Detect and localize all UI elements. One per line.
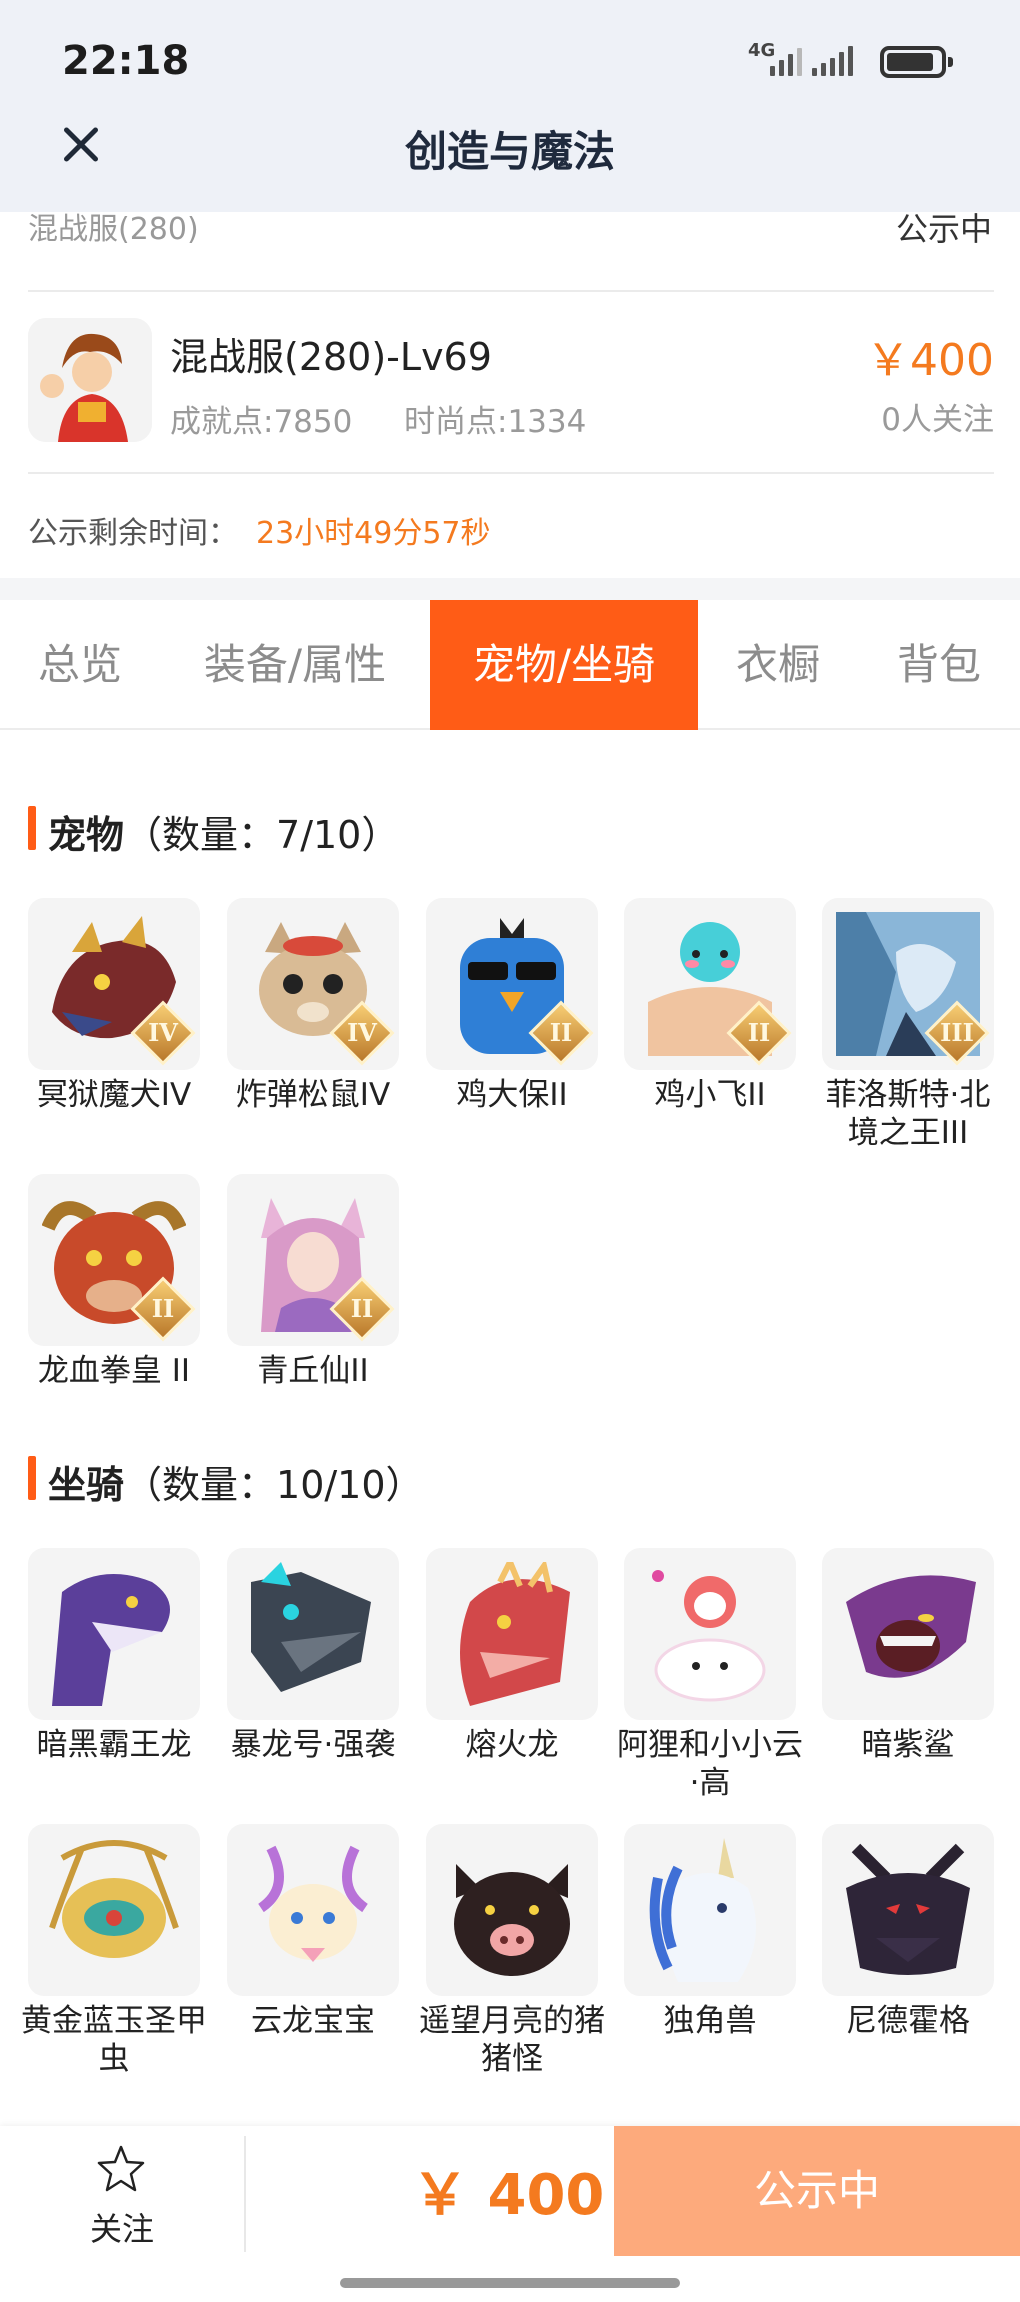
mount-card[interactable]: 暗紫鲨	[822, 1548, 994, 1764]
dark-trex-icon	[28, 1548, 200, 1720]
section-marker	[28, 1456, 36, 1500]
mount-card[interactable]: 尼德霍格	[822, 1824, 994, 2040]
mount-card[interactable]: 阿狸和小小云·高	[617, 1548, 803, 1802]
bottom-action-bar: 关注 ￥ 400 公示中	[0, 2126, 1020, 2302]
prev-listing-server: 混战服(280)	[28, 212, 199, 247]
prev-listing-status: 公示中	[895, 210, 992, 248]
pet-card[interactable]: II 龙血拳皇 II	[28, 1174, 200, 1390]
bottom-price: ￥ 400	[412, 2163, 605, 2228]
pet-name: 龙血拳皇 II	[37, 1353, 191, 1389]
mount-card[interactable]: 黄金蓝玉圣甲虫	[21, 1824, 207, 2078]
pet-card[interactable]: III 菲洛斯特·北境之王III	[822, 898, 994, 1152]
mount-name: 暴龙号·强袭	[230, 1727, 396, 1763]
moon-pig-icon	[426, 1824, 598, 1996]
pet-card[interactable]: IV 炸弹松鼠IV	[227, 898, 399, 1114]
achievement-points: 成就点:7850	[170, 404, 353, 440]
page-title: 创造与魔法	[404, 127, 615, 176]
mounts-section-title: 坐骑（数量：10/10）	[48, 1454, 424, 1509]
mount-name: 云龙宝宝	[251, 2003, 375, 2039]
mount-name: 暗黑霸王龙	[36, 1727, 192, 1763]
follow-button[interactable]: 关注	[0, 2126, 244, 2256]
status-bar: 22:18 4G	[0, 0, 1020, 112]
star-icon	[97, 2145, 145, 2192]
mount-name: 阿狸和小小云·高	[617, 1727, 803, 1801]
tab-equipment[interactable]: 装备/属性	[160, 600, 430, 730]
tab-bar: 总览 装备/属性 宠物/坐骑 衣橱 背包	[0, 600, 1020, 730]
mount-card[interactable]: 暗黑霸王龙	[28, 1548, 200, 1764]
ali-cloud-icon	[624, 1548, 796, 1720]
signal-2-icon	[812, 44, 853, 76]
divider	[244, 2136, 246, 2252]
signal-icon	[770, 44, 802, 76]
pet-card[interactable]: II 鸡大保II	[426, 898, 598, 1114]
hell-hound-icon: IV	[28, 898, 200, 1070]
nav-bar: 创造与魔法	[0, 112, 1020, 212]
home-indicator[interactable]	[340, 2278, 680, 2288]
battery-icon	[880, 46, 953, 78]
remaining-time-label: 公示剩余时间：	[28, 516, 238, 551]
mount-name: 遥望月亮的猪猪怪	[419, 2003, 605, 2077]
fashion-points: 时尚点:1334	[404, 404, 587, 440]
mount-name: 暗紫鲨	[861, 1727, 955, 1763]
cloud-dragon-icon	[227, 1824, 399, 1996]
follower-count: 0人关注	[881, 402, 994, 438]
dragon-fist-icon: II	[28, 1174, 200, 1346]
mount-card[interactable]: 遥望月亮的猪猪怪	[419, 1824, 605, 2078]
mount-name: 独角兽	[663, 2003, 757, 2039]
mount-name: 黄金蓝玉圣甲虫	[21, 2003, 207, 2077]
tab-overview[interactable]: 总览	[0, 600, 160, 730]
lava-dragon-icon	[426, 1548, 598, 1720]
frost-king-icon: III	[822, 898, 994, 1070]
mount-card[interactable]: 独角兽	[624, 1824, 796, 2040]
pet-name: 鸡大保II	[456, 1077, 568, 1113]
cyan-bird-icon: II	[624, 898, 796, 1070]
golden-beetle-icon	[28, 1824, 200, 1996]
mount-name: 熔火龙	[465, 1727, 559, 1763]
section-marker	[28, 806, 36, 850]
mounts-title: 坐骑	[48, 1463, 125, 1507]
pet-name: 青丘仙II	[257, 1353, 369, 1389]
mount-name: 尼德霍格	[846, 2003, 970, 2039]
unicorn-icon	[624, 1824, 796, 1996]
clock: 22:18	[62, 38, 190, 84]
follow-label: 关注	[89, 2210, 154, 2248]
bomb-squirrel-icon: IV	[227, 898, 399, 1070]
pets-section-title: 宠物（数量：7/10）	[48, 804, 399, 859]
section-gap	[0, 578, 1020, 600]
mounts-count: （数量：10/10）	[124, 1463, 424, 1507]
character-avatar	[28, 318, 152, 442]
mount-card[interactable]: 云龙宝宝	[227, 1824, 399, 2040]
mount-card[interactable]: 暴龙号·强袭	[227, 1548, 399, 1764]
pet-card[interactable]: IV 冥狱魔犬IV	[28, 898, 200, 1114]
listing-price: ￥400	[866, 335, 994, 386]
pet-name: 菲洛斯特·北境之王III	[825, 1077, 991, 1151]
fox-fairy-icon: II	[227, 1174, 399, 1346]
divider	[28, 290, 994, 292]
divider	[28, 472, 994, 474]
mount-card[interactable]: 熔火龙	[426, 1548, 598, 1764]
pet-card[interactable]: II 青丘仙II	[227, 1174, 399, 1390]
pets-title: 宠物	[48, 813, 125, 857]
pets-count: （数量：7/10）	[124, 813, 400, 857]
pet-name: 冥狱魔犬IV	[36, 1077, 192, 1113]
pet-name: 炸弹松鼠IV	[235, 1077, 391, 1113]
remaining-time-value: 23小时49分57秒	[256, 516, 491, 551]
nidhogg-icon	[822, 1824, 994, 1996]
listing-title: 混战服(280)-Lv69	[170, 335, 492, 379]
tab-backpack[interactable]: 背包	[858, 600, 1020, 730]
pet-card[interactable]: II 鸡小飞II	[624, 898, 796, 1114]
mech-dragon-icon	[227, 1548, 399, 1720]
tab-wardrobe[interactable]: 衣橱	[698, 600, 858, 730]
blue-bird-icon: II	[426, 898, 598, 1070]
tab-pets-mounts[interactable]: 宠物/坐骑	[430, 600, 698, 730]
purple-shark-icon	[822, 1548, 994, 1720]
pet-name: 鸡小飞II	[654, 1077, 766, 1113]
publicity-status-button[interactable]: 公示中	[614, 2126, 1020, 2256]
